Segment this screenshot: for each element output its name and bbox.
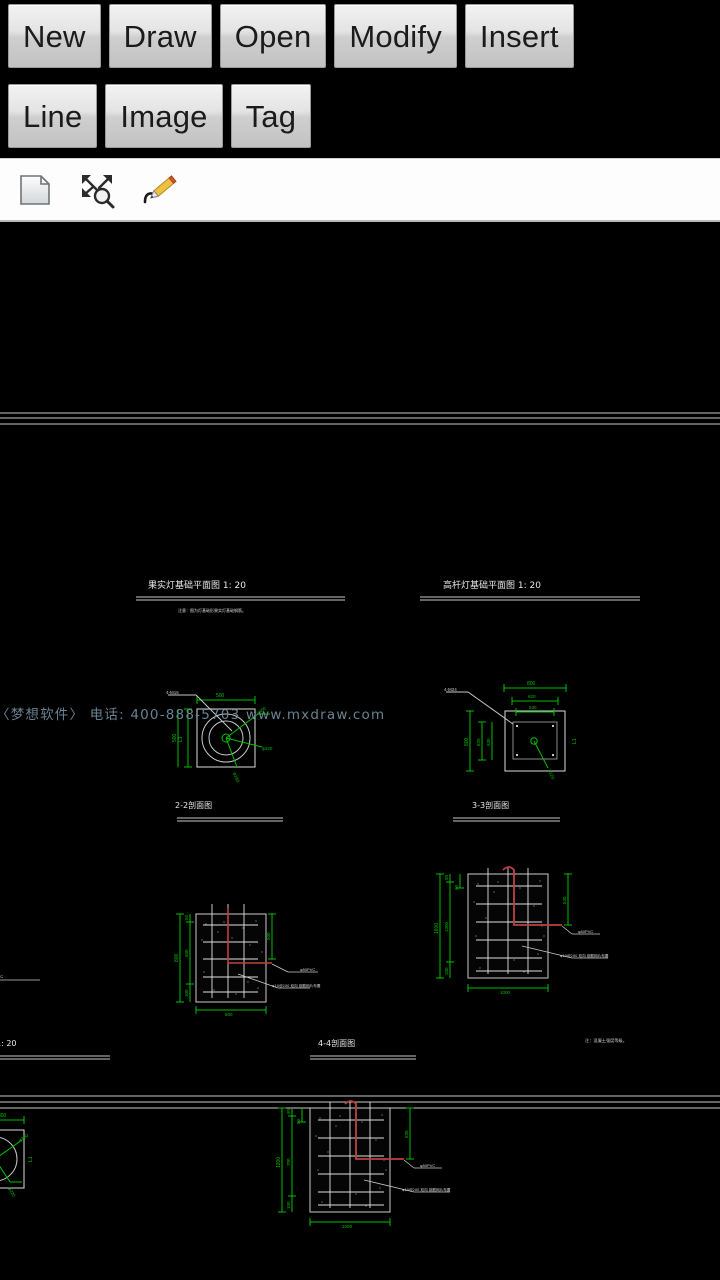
pencil-draw-icon[interactable] (132, 163, 186, 217)
menu-button-draw[interactable]: Draw (108, 4, 212, 68)
callout-bolt: 4-M16 (166, 690, 179, 695)
dim33-cover: 50 (444, 874, 449, 880)
watermark-text: 〈梦想软件〉 电话: 400-888-5703 www.mxdraw.com (0, 707, 385, 723)
detail-1-title: 果实灯基础平面图 1: 20 (148, 579, 246, 591)
menu-button-line[interactable]: Line (8, 84, 98, 148)
section-outline-2-2 (195, 913, 267, 1003)
icon-toolbar (0, 158, 720, 222)
detail-1-note: 注意：图为灯基础形果实灯基础钢筋。 (178, 607, 246, 613)
dim-top-label: 500 (216, 693, 225, 699)
callout33-mesh: φ10@200 双向 钢筋网片布置 (560, 953, 609, 958)
detail-3-title: 2-2剖面图 (175, 800, 212, 810)
detail-4-title: 3-3剖面图 (472, 800, 509, 810)
dim22-cover: 50 (184, 914, 189, 920)
dim2-mid: 620 (476, 738, 481, 746)
detail-6-title: …1: 20 (0, 1039, 17, 1048)
dim22-width: 500 (225, 1012, 233, 1017)
partial-callout-pvc: φ50PVC (0, 974, 3, 979)
dim2-left: 800 (464, 737, 470, 746)
dim44-overall: 1200 (276, 1157, 282, 1168)
dim33-right: 530 (562, 896, 567, 904)
detail-5-title: 4-4剖面图 (318, 1038, 355, 1048)
dim2-depth: L1 (572, 738, 578, 744)
dim44-cover: 50 (286, 1108, 291, 1114)
callout44-pvc: φ50PVC (420, 1163, 435, 1168)
cad-drawing-canvas[interactable]: 500 500 L1 4-M16 φ450 φ320 φ180 果实灯基础平面图… (0, 222, 720, 1280)
callout22-mesh: φ10@200 双向 钢筋网片布置 (272, 983, 321, 988)
new-document-icon[interactable] (8, 163, 62, 217)
menu-button-modify[interactable]: Modify (334, 4, 457, 68)
dim44-lower: 100 (286, 1201, 291, 1209)
menu-button-new[interactable]: New (8, 4, 101, 68)
menu-panel: New Draw Open Modify Insert Line Image T… (0, 0, 720, 158)
dim2-top: 800 (527, 681, 536, 687)
menu-button-tag[interactable]: Tag (230, 84, 312, 148)
dim33-overall: 1600 (434, 923, 440, 934)
dim33-inner: 1300 (444, 921, 449, 932)
partial-dim-top: 800 (0, 1113, 7, 1119)
callout22-pvc: φ50PVC (300, 967, 315, 972)
dim-depth-label: L1 (178, 736, 184, 742)
dim2-bolt: 530 (529, 705, 537, 710)
detail-2-title: 高杆灯基础平面图 1: 20 (443, 579, 541, 591)
dim22-lower: 100 (184, 989, 189, 997)
menu-button-insert[interactable]: Insert (464, 4, 574, 68)
callout44-mesh: φ10@200 双向 钢筋网片布置 (402, 1187, 451, 1192)
menu-row-2: Line Image Tag (0, 84, 312, 148)
dim22-right: 500 (266, 932, 271, 940)
zoom-extents-icon[interactable] (70, 163, 124, 217)
dim44-right: 530 (404, 1130, 409, 1138)
dim33-sub: 50 (454, 884, 459, 890)
menu-row-1: New Draw Open Modify Insert (0, 4, 574, 68)
cad-vector-content: 500 500 L1 4-M16 φ450 φ320 φ180 果实灯基础平面图… (0, 222, 720, 1280)
dim22-upper: 500 (184, 949, 189, 957)
callout33-pvc: φ50PVC (578, 929, 593, 934)
dim44-inner: 700 (286, 1158, 291, 1166)
dim44-sub: 50 (296, 1118, 301, 1124)
callout-d320: φ320 (262, 746, 273, 751)
menu-button-image[interactable]: Image (105, 84, 223, 148)
dim22-overall: 800 (174, 953, 180, 962)
dim33-lower: 100 (444, 967, 449, 975)
dim2-inner2: 530 (486, 738, 491, 746)
dim33-width: 1000 (500, 990, 511, 995)
menu-button-open[interactable]: Open (219, 4, 327, 68)
dim44-width: 1000 (342, 1224, 353, 1229)
dim2-inner: 620 (528, 694, 536, 699)
sheet-note: 注：混凝土强度等级。 (585, 1037, 627, 1044)
partial-dim-depth: L1 (28, 1156, 34, 1162)
callout2-bolt: 4-M24 (444, 687, 457, 692)
